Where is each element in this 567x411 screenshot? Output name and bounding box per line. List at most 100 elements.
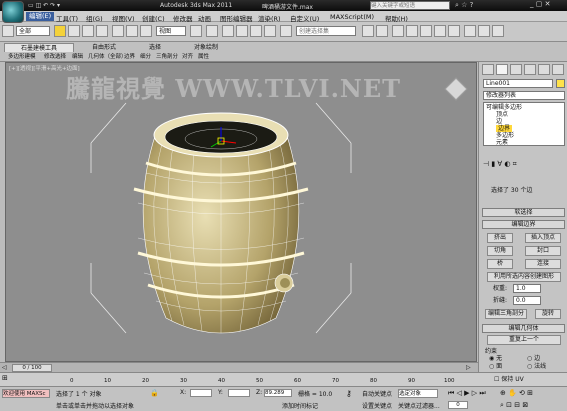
scale-icon[interactable] [140,25,152,37]
ribbon-subdivision[interactable]: 细分 [140,53,151,61]
edit-named-sel-icon[interactable] [280,25,292,37]
modify-tab-icon[interactable] [496,64,508,75]
curve-editor-icon[interactable] [420,25,432,37]
stack-item-border[interactable]: 边界 [496,125,513,132]
render-setup-icon[interactable] [464,25,476,37]
stack-item-editable-poly[interactable]: 可编辑多边形 [486,104,522,111]
prev-frame-icon[interactable]: ◁ [2,364,7,371]
rect-select-icon[interactable] [82,25,94,37]
align-icon[interactable] [376,25,388,37]
key-icon[interactable]: ⚷ [346,389,352,398]
preserve-uv-checkbox[interactable]: ☐ 保持 UV [494,376,524,384]
window-crossing-icon[interactable] [96,25,108,37]
stack-item-polygon[interactable]: 多边形 [496,132,514,139]
perspective-viewport[interactable]: [+][透视][平滑+高光+边面] 騰龍視覺 WWW.TLVI.NET [5,62,477,362]
edit-borders-rollout[interactable]: 编辑边界 [482,220,565,229]
stack-item-vertex[interactable]: 顶点 [496,111,508,118]
create-shape-button[interactable]: 利用所选内容创建图形 [487,272,561,282]
pivot-icon[interactable] [190,25,202,37]
setkey-button[interactable]: 设置关键点 [362,401,392,410]
autokey-button[interactable]: 自动关键点 [362,389,392,398]
tab-freeform[interactable]: 自由形式 [84,43,124,52]
ribbon-align[interactable]: 对齐 [182,53,193,61]
menu-maxscript[interactable]: MAXScript(M) [330,13,374,21]
help-icons[interactable]: ⌕ ☆ ? [455,1,473,10]
rotate-icon[interactable] [126,25,138,37]
key-filters-button[interactable]: 关键点过滤器... [398,401,440,410]
next-frame-icon[interactable]: ▷ [466,364,471,371]
z-coord-input[interactable]: 89.289 [264,389,292,397]
y-coord-input[interactable] [228,389,250,397]
snap-icon[interactable] [222,25,234,37]
ribbon-geometry-all[interactable]: 几何体（全部） [88,53,127,61]
tab-selection[interactable]: 选择 [140,43,170,52]
add-time-tag[interactable]: 添加时间标记 [282,401,318,410]
extrude-button[interactable]: 挤出 [487,233,513,243]
time-slider[interactable]: ◁ 0 / 100 ▷ [0,362,478,372]
ribbon-triangulation[interactable]: 三角剖分 [156,53,178,61]
undo-icon[interactable] [2,25,14,37]
connect-button[interactable]: 连接 [525,259,561,269]
object-color-swatch[interactable] [556,79,565,88]
layer-manager-icon[interactable] [392,25,404,37]
ribbon-edit[interactable]: 编辑 [72,53,83,61]
search-input[interactable] [370,1,450,10]
app-logo-icon[interactable] [2,1,24,23]
percent-snap-icon[interactable] [250,25,262,37]
chamfer-button[interactable]: 切角 [487,246,513,256]
cap-button[interactable]: 封口 [525,246,561,256]
insert-vertex-button[interactable]: 插入顶点 [525,233,561,243]
key-set-dropdown[interactable]: 选定对象 [398,389,438,398]
maxscript-listener[interactable]: 欢迎使用 MAXSc [2,389,50,398]
render-frame-icon[interactable] [478,25,490,37]
graphite-toggle-icon[interactable] [406,25,418,37]
playback-controls[interactable]: ⏮ ◁ ▶ ▷ ⏭ [448,389,486,398]
ribbon-border[interactable]: 边界 [124,53,135,61]
angle-snap-icon[interactable] [236,25,248,37]
material-editor-icon[interactable] [448,25,460,37]
barrel-model[interactable] [6,63,477,362]
window-controls[interactable]: _ ▢ ✕ [530,0,550,8]
schematic-view-icon[interactable] [434,25,446,37]
track-bar[interactable]: ⊞ 0 10 20 30 40 50 60 70 80 90 100 ☐ 保持 … [0,372,567,386]
x-coord-input[interactable] [190,389,212,397]
select-by-name-icon[interactable] [68,25,80,37]
motion-tab-icon[interactable] [524,64,536,75]
menu-edit[interactable]: 编辑(E) [26,12,55,21]
edit-geometry-rollout[interactable]: 编辑几何体 [482,324,565,333]
ribbon-properties[interactable]: 属性 [198,53,209,61]
quick-access-icons[interactable]: ▭ ◫ ↶ ↷ ▾ [28,2,60,9]
object-name-field[interactable]: Line001 [483,79,553,88]
stack-item-element[interactable]: 元素 [496,139,508,146]
manipulate-icon[interactable] [206,25,218,37]
viewport-nav-icons[interactable]: ⊕ ✋ ⟲ ⊞ [500,389,533,397]
stack-item-edge[interactable]: 边 [496,118,502,125]
constraint-edge-radio[interactable]: ○ 边 [527,355,540,363]
named-selection-dropdown[interactable]: 创建选择集 [296,26,356,36]
viewport-nav-icons-2[interactable]: ⌕ ⊡ ⊟ ⊠ [500,401,528,410]
ref-coord-dropdown[interactable]: 视图 [156,26,186,36]
time-slider-thumb[interactable]: 0 / 100 [12,364,52,372]
mirror-icon[interactable] [362,25,374,37]
utilities-tab-icon[interactable] [552,64,564,75]
selection-filter-dropdown[interactable]: 全部 [16,26,50,36]
ribbon-modify-selection[interactable]: 修改选择 [44,53,66,61]
mini-curve-editor-icon[interactable]: ⊞ [2,374,8,382]
spinner-snap-icon[interactable] [264,25,276,37]
move-icon[interactable] [112,25,124,37]
soft-selection-rollout[interactable]: 软选择 [482,208,565,217]
ribbon-polygon-modeling[interactable]: 多边形建模 [8,53,36,61]
edit-triangulation-button[interactable]: 编辑三角剖分 [485,309,527,319]
current-frame-field[interactable]: 0 [448,401,468,409]
select-object-icon[interactable] [54,25,66,37]
bridge-button[interactable]: 桥 [487,259,513,269]
constraint-normal-radio[interactable]: ○ 法线 [527,363,546,371]
repeat-last-button[interactable]: 重复上一个 [487,335,561,345]
stack-tools-icons[interactable]: ⊣ ▮ ∀ ◐ ⌗ [483,160,517,169]
create-tab-icon[interactable] [482,64,494,75]
constraint-none-radio[interactable]: ◉ 无 [489,355,502,363]
display-tab-icon[interactable] [538,64,550,75]
hierarchy-tab-icon[interactable] [510,64,522,75]
tab-graphite-modeling[interactable]: 石墨建模工具 [4,43,74,52]
turn-button[interactable]: 旋转 [535,309,561,319]
